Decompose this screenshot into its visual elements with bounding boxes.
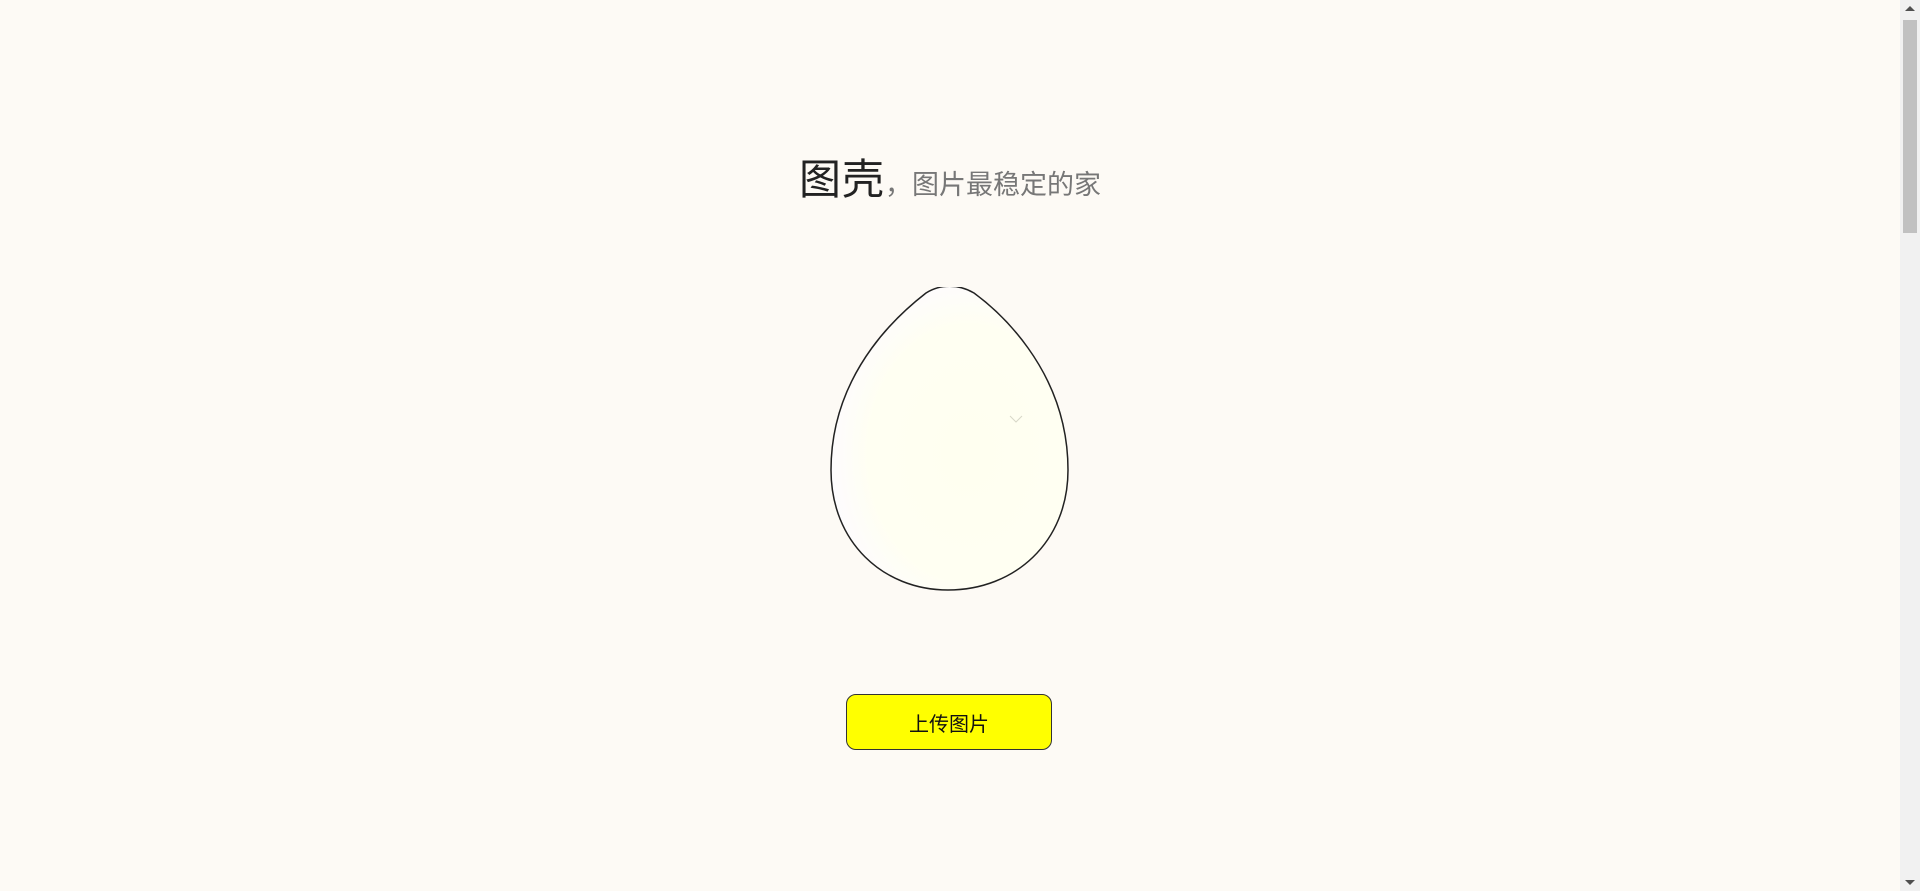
egg-icon (830, 287, 1069, 591)
upload-image-button[interactable]: 上传图片 (846, 694, 1052, 750)
egg-dropzone[interactable] (828, 287, 1072, 593)
page: 图壳，图片最稳定的家 上传图片 (0, 0, 1900, 891)
brand-name: 图壳 (798, 155, 885, 204)
vertical-scrollbar[interactable] (1900, 0, 1920, 891)
scroll-thumb[interactable] (1903, 20, 1917, 233)
scroll-down-arrow-icon[interactable] (1905, 880, 1915, 885)
tagline: ，图片最稳定的家 (885, 170, 1101, 201)
page-title: 图壳，图片最稳定的家 (0, 146, 1900, 207)
scroll-up-arrow-icon[interactable] (1905, 6, 1915, 11)
